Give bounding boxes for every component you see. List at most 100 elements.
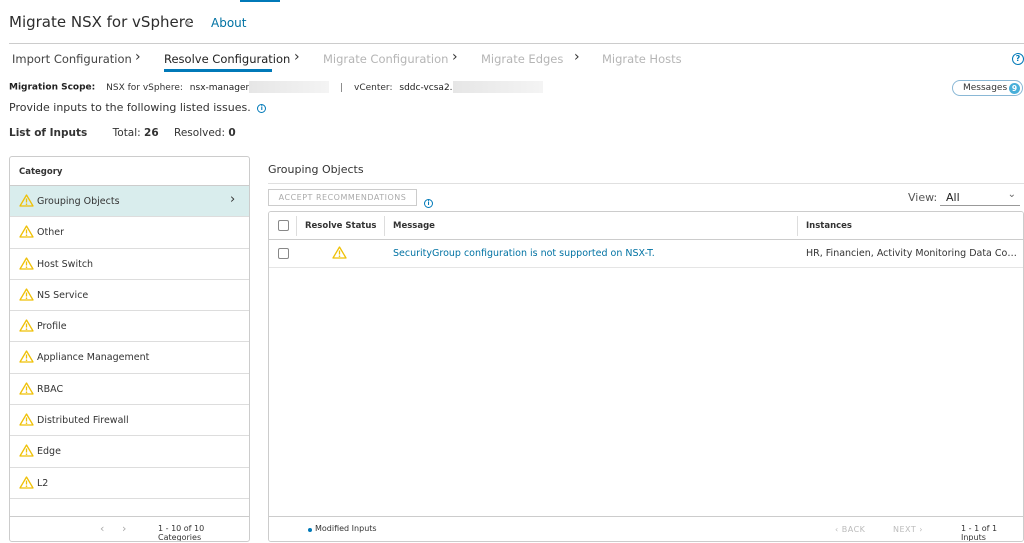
step-migrate-hosts: Migrate Hosts (602, 52, 682, 66)
warning-triangle-icon (19, 444, 34, 460)
step-import-configuration[interactable]: Import Configuration (12, 52, 132, 66)
help-icon[interactable]: ? (1012, 53, 1024, 65)
instructions-text: Provide inputs to the following listed i… (9, 101, 267, 114)
category-item-label: Edge (37, 446, 61, 458)
list-inputs-heading: List of Inputs (9, 127, 88, 139)
chevron-down-icon: ⌄ (1007, 189, 1016, 200)
list-of-inputs-summary: List of Inputs Total: 26 Resolved: 0 (9, 127, 236, 139)
vcenter-value: sddc-vcsa2. (399, 82, 453, 93)
category-item[interactable]: NS Service (10, 280, 249, 312)
total-count: 26 (144, 127, 159, 139)
view-select-value: All (946, 191, 960, 204)
vcenter-label: vCenter: (354, 82, 393, 93)
next-button[interactable]: NEXT › (893, 525, 923, 534)
category-item-label: Host Switch (37, 258, 94, 270)
warning-triangle-icon (332, 246, 347, 262)
instructions-label: Provide inputs to the following listed i… (9, 101, 251, 114)
category-item-label: RBAC (37, 383, 64, 395)
warning-triangle-icon (19, 476, 34, 492)
title-separator-dot (186, 21, 190, 25)
nsx-label: NSX for vSphere: (106, 82, 183, 93)
redacted-area (249, 81, 330, 93)
top-bar: Migrate NSX for vSphere About (0, 0, 1024, 44)
prev-page-button[interactable]: ‹ (100, 522, 104, 535)
category-item-label: L2 (37, 477, 49, 489)
app-title: Migrate NSX for vSphere (9, 13, 194, 31)
warning-triangle-icon (19, 319, 34, 335)
column-separator (296, 216, 297, 236)
category-pagination: ‹ › 1 - 10 of 10 Categories (10, 516, 249, 541)
chevron-right-icon: › (574, 49, 580, 65)
category-item[interactable]: Grouping Objects › (10, 186, 249, 218)
modified-inputs-label: Modified Inputs (315, 524, 377, 533)
category-count: 1 - 10 of 10 Categories (158, 524, 205, 542)
migration-scope: Migration Scope: NSX for vSphere: nsx-ma… (9, 81, 543, 93)
total-label: Total: (112, 127, 141, 139)
messages-count-badge: 9 (1009, 82, 1020, 94)
messages-button[interactable]: Messages 9 (952, 80, 1023, 96)
warning-triangle-icon (19, 288, 34, 304)
category-item[interactable]: Profile (10, 311, 249, 343)
category-item[interactable]: Host Switch (10, 249, 249, 280)
grid-header: Resolve Status Message Instances (269, 212, 1023, 240)
warning-triangle-icon (19, 413, 34, 429)
column-message[interactable]: Message (393, 221, 435, 231)
inputs-count: 1 - 1 of 1 Inputs (961, 524, 998, 542)
row-message-link[interactable]: SecurityGroup configuration is not suppo… (393, 248, 655, 259)
resolved-label: Resolved: (174, 127, 225, 139)
category-item[interactable]: Distributed Firewall (10, 405, 249, 437)
view-label: View: (908, 191, 938, 204)
info-icon-glyph: i (424, 199, 433, 208)
column-instances[interactable]: Instances (806, 221, 852, 231)
category-item-label: Grouping Objects (37, 196, 120, 207)
table-row[interactable]: SecurityGroup configuration is not suppo… (269, 241, 1023, 268)
category-list: Grouping Objects › Other Host Switch NS Serv… (10, 186, 249, 499)
category-header: Category (10, 157, 249, 186)
step-migrate-edges: Migrate Edges (481, 52, 564, 66)
warning-triangle-icon (19, 225, 34, 241)
chevron-right-icon: › (452, 49, 458, 65)
category-item-label: Distributed Firewall (37, 415, 129, 427)
chevron-right-icon: › (135, 49, 141, 65)
detail-title: Grouping Objects (268, 163, 364, 176)
chevron-right-icon: › (230, 192, 236, 207)
about-link[interactable]: About (211, 16, 246, 30)
column-resolve-status[interactable]: Resolve Status (305, 221, 376, 231)
category-item-label: Appliance Management (37, 352, 150, 364)
warning-triangle-icon (19, 382, 34, 398)
category-item[interactable]: Appliance Management (10, 342, 249, 374)
inputs-grid: Resolve Status Message Instances Securit… (268, 211, 1024, 542)
category-item[interactable]: RBAC (10, 374, 249, 406)
top-accent-line (240, 0, 280, 2)
nsx-value: nsx-manager (189, 82, 250, 93)
redacted-area (452, 81, 543, 93)
step-migrate-configuration: Migrate Configuration (323, 52, 449, 66)
warning-triangle-icon (19, 256, 34, 273)
back-button[interactable]: ‹ BACK (835, 525, 865, 534)
accept-recommendations-button[interactable]: ACCEPT RECOMMENDATIONS (268, 189, 417, 206)
info-icon[interactable]: i (257, 103, 267, 113)
column-separator (797, 216, 798, 236)
row-checkbox[interactable] (278, 248, 289, 259)
category-item[interactable]: Other (10, 217, 249, 249)
row-instances: HR, Financien, Activity Monitoring Data … (806, 248, 1018, 259)
category-item[interactable]: L2 (10, 468, 249, 499)
wizard-steps: Import Configuration › Resolve Configura… (0, 44, 1024, 74)
messages-label: Messages (963, 83, 1008, 93)
category-item[interactable]: Edge (10, 436, 249, 468)
warning-triangle-icon (19, 350, 34, 366)
resolved-count: 0 (228, 127, 236, 139)
modified-indicator-dot (308, 528, 312, 532)
category-panel: Category Grouping Objects › Other Host Swit… (9, 156, 250, 542)
step-resolve-configuration[interactable]: Resolve Configuration (164, 52, 290, 66)
detail-divider (268, 183, 1024, 184)
grid-footer: Modified Inputs ‹ BACK NEXT › 1 - 1 of 1… (269, 516, 1023, 541)
warning-triangle-icon (19, 194, 34, 210)
next-page-button[interactable]: › (122, 522, 126, 535)
scope-separator: | (340, 82, 344, 93)
select-all-checkbox[interactable] (278, 220, 289, 231)
scope-label: Migration Scope: (9, 82, 96, 93)
info-icon[interactable]: i (424, 193, 433, 212)
view-select[interactable]: All ⌄ (940, 189, 1020, 206)
category-item-label: Other (37, 227, 64, 239)
